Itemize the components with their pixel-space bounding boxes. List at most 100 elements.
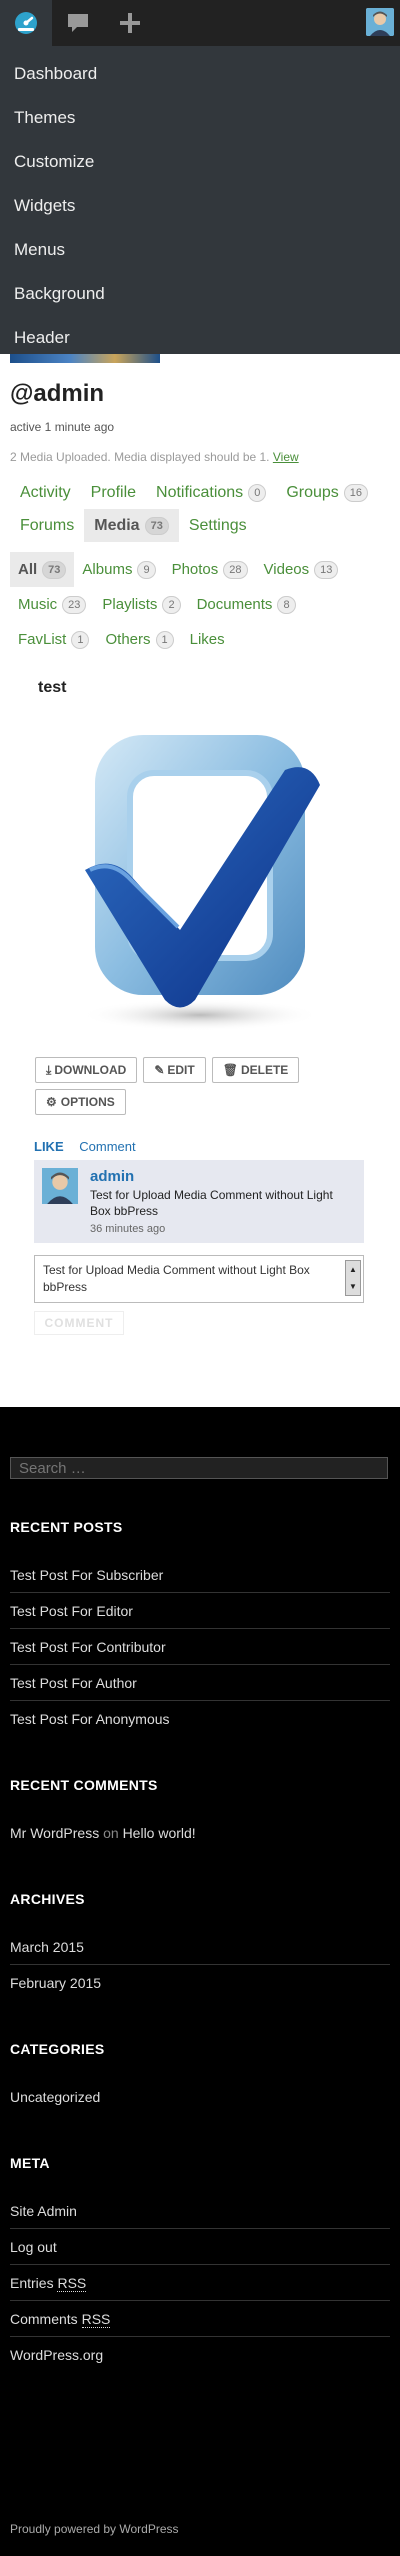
recent-comments-title: Recent Comments <box>10 1777 158 1793</box>
nav-groups[interactable]: Groups 16 <box>276 476 378 509</box>
count-badge: 1 <box>71 630 90 649</box>
profile-username: @admin <box>10 380 105 407</box>
nav-media[interactable]: Media 73 <box>84 509 179 542</box>
new-content-icon[interactable] <box>104 0 156 46</box>
nav-forums[interactable]: Forums <box>10 509 84 542</box>
nav-profile[interactable]: Profile <box>81 476 146 509</box>
comments-icon[interactable] <box>52 0 104 46</box>
nav-notifications[interactable]: Notifications 0 <box>146 476 276 509</box>
subnav-others[interactable]: Others 1 <box>97 622 181 657</box>
subnav-music[interactable]: Music 23 <box>10 587 94 622</box>
subnav-label: Others <box>105 631 151 648</box>
comment-input-value: Test for Upload Media Comment without Li… <box>43 1263 310 1294</box>
recent-post-link[interactable]: Test Post For Subscriber <box>10 1557 390 1593</box>
nav-settings[interactable]: Settings <box>179 509 257 542</box>
nav-activity[interactable]: Activity <box>10 476 81 509</box>
log-out-link[interactable]: Log out <box>10 2229 390 2265</box>
nav-label: Notifications <box>156 483 244 501</box>
like-comment-row: LIKE Comment <box>34 1139 390 1154</box>
menu-item-themes[interactable]: Themes <box>0 96 400 140</box>
categories-list: Uncategorized <box>10 2079 390 2115</box>
like-button[interactable]: LIKE <box>34 1139 64 1154</box>
comment-time: 36 minutes ago <box>90 1223 166 1235</box>
subnav-label: Music <box>18 596 58 613</box>
scroll-down-icon[interactable]: ▼ <box>349 1278 357 1295</box>
dashboard-icon[interactable] <box>0 0 52 46</box>
subnav-label: Playlists <box>102 596 158 613</box>
subnav-albums[interactable]: Albums 9 <box>74 552 163 587</box>
checkmark-image <box>80 735 320 1031</box>
subnav-playlists[interactable]: Playlists 2 <box>94 587 188 622</box>
menu-item-background[interactable]: Background <box>0 272 400 316</box>
delete-button[interactable]: 🗑 DELETE <box>211 1057 300 1083</box>
count-badge: 8 <box>277 595 296 614</box>
options-button[interactable]: ⚙ OPTIONS <box>35 1089 126 1115</box>
profile-content: @admin active 1 minute ago 2 Media Uploa… <box>0 380 400 1335</box>
archive-link[interactable]: February 2015 <box>10 1965 390 2001</box>
powered-by-link[interactable]: Proudly powered by WordPress <box>10 2522 179 2536</box>
textarea-scrollbar[interactable]: ▲ ▼ <box>345 1260 361 1296</box>
options-label: OPTIONS <box>60 1095 115 1109</box>
menu-item-dashboard[interactable]: Dashboard <box>0 52 400 96</box>
gear-icon: ⚙ <box>46 1095 57 1109</box>
site-admin-link[interactable]: Site Admin <box>10 2193 390 2229</box>
subnav-favlist[interactable]: FavList 1 <box>10 622 97 657</box>
subnav-likes[interactable]: Likes <box>182 622 233 657</box>
nav-label: Activity <box>20 483 71 501</box>
menu-item-widgets[interactable]: Widgets <box>0 184 400 228</box>
recent-post-link[interactable]: Test Post For Contributor <box>10 1629 390 1665</box>
count-badge: 16 <box>343 483 369 502</box>
cover-image <box>10 354 160 363</box>
footer-sidebar: Recent Posts Test Post For Subscriber Te… <box>0 1407 400 2556</box>
count-badge: 0 <box>248 483 267 502</box>
trash-icon: 🗑 <box>222 1063 238 1077</box>
recent-post-link[interactable]: Test Post For Author <box>10 1665 390 1701</box>
subnav-label: FavList <box>18 631 67 648</box>
recent-comment-post[interactable]: Hello world! <box>123 1825 196 1841</box>
comment-author[interactable]: admin <box>90 1168 356 1185</box>
media-notice-link[interactable]: View <box>273 450 299 464</box>
recent-comment-item: Mr WordPress on Hello world! <box>10 1815 390 1851</box>
recent-post-link[interactable]: Test Post For Anonymous <box>10 1701 390 1737</box>
recent-comments-list: Mr WordPress on Hello world! <box>10 1815 390 1851</box>
search-input[interactable] <box>10 1457 388 1479</box>
comments-rss-label: Comments <box>10 2311 78 2327</box>
nav-label: Media <box>94 516 140 534</box>
download-label: DOWNLOAD <box>54 1063 127 1077</box>
count-badge: 73 <box>42 560 67 579</box>
category-link[interactable]: Uncategorized <box>10 2079 390 2115</box>
scroll-up-icon[interactable]: ▲ <box>349 1261 357 1278</box>
comments-rss-link[interactable]: Comments RSS <box>10 2301 390 2337</box>
menu-item-menus[interactable]: Menus <box>0 228 400 272</box>
recent-posts-title: Recent Posts <box>10 1519 123 1535</box>
menu-item-customize[interactable]: Customize <box>0 140 400 184</box>
download-button[interactable]: ⤓ DOWNLOAD <box>35 1057 138 1083</box>
archives-title: Archives <box>10 1891 85 1907</box>
subnav-videos[interactable]: Videos 13 <box>256 552 347 587</box>
edit-label: EDIT <box>167 1063 195 1077</box>
comment-avatar[interactable] <box>42 1168 78 1204</box>
subnav-all[interactable]: All 73 <box>10 552 75 587</box>
subnav-photos[interactable]: Photos 28 <box>164 552 256 587</box>
download-icon: ⤓ <box>46 1062 52 1077</box>
appearance-menu: Dashboard Themes Customize Widgets Menus… <box>0 46 400 354</box>
nav-label: Profile <box>90 483 137 501</box>
meta-title: Meta <box>10 2155 50 2171</box>
comment-submit-button[interactable]: COMMENT <box>34 1311 124 1335</box>
delete-label: DELETE <box>240 1063 289 1077</box>
comment-textarea[interactable]: Test for Upload Media Comment without Li… <box>34 1255 364 1303</box>
recent-post-link[interactable]: Test Post For Editor <box>10 1593 390 1629</box>
archive-link[interactable]: March 2015 <box>10 1929 390 1965</box>
recent-comment-author[interactable]: Mr WordPress <box>10 1825 99 1841</box>
subnav-documents[interactable]: Documents 8 <box>189 587 304 622</box>
entries-rss-link[interactable]: Entries RSS <box>10 2265 390 2301</box>
wordpress-org-link[interactable]: WordPress.org <box>10 2337 390 2373</box>
avatar[interactable] <box>366 8 394 36</box>
edit-button[interactable]: ✎ EDIT <box>143 1057 206 1083</box>
nav-label: Groups <box>286 483 339 501</box>
recent-posts-list: Test Post For Subscriber Test Post For E… <box>10 1557 390 1737</box>
media-image[interactable] <box>70 715 340 1035</box>
comment-link[interactable]: Comment <box>79 1139 135 1154</box>
entries-rss-label: Entries <box>10 2275 54 2291</box>
subnav-label: Likes <box>189 631 225 648</box>
